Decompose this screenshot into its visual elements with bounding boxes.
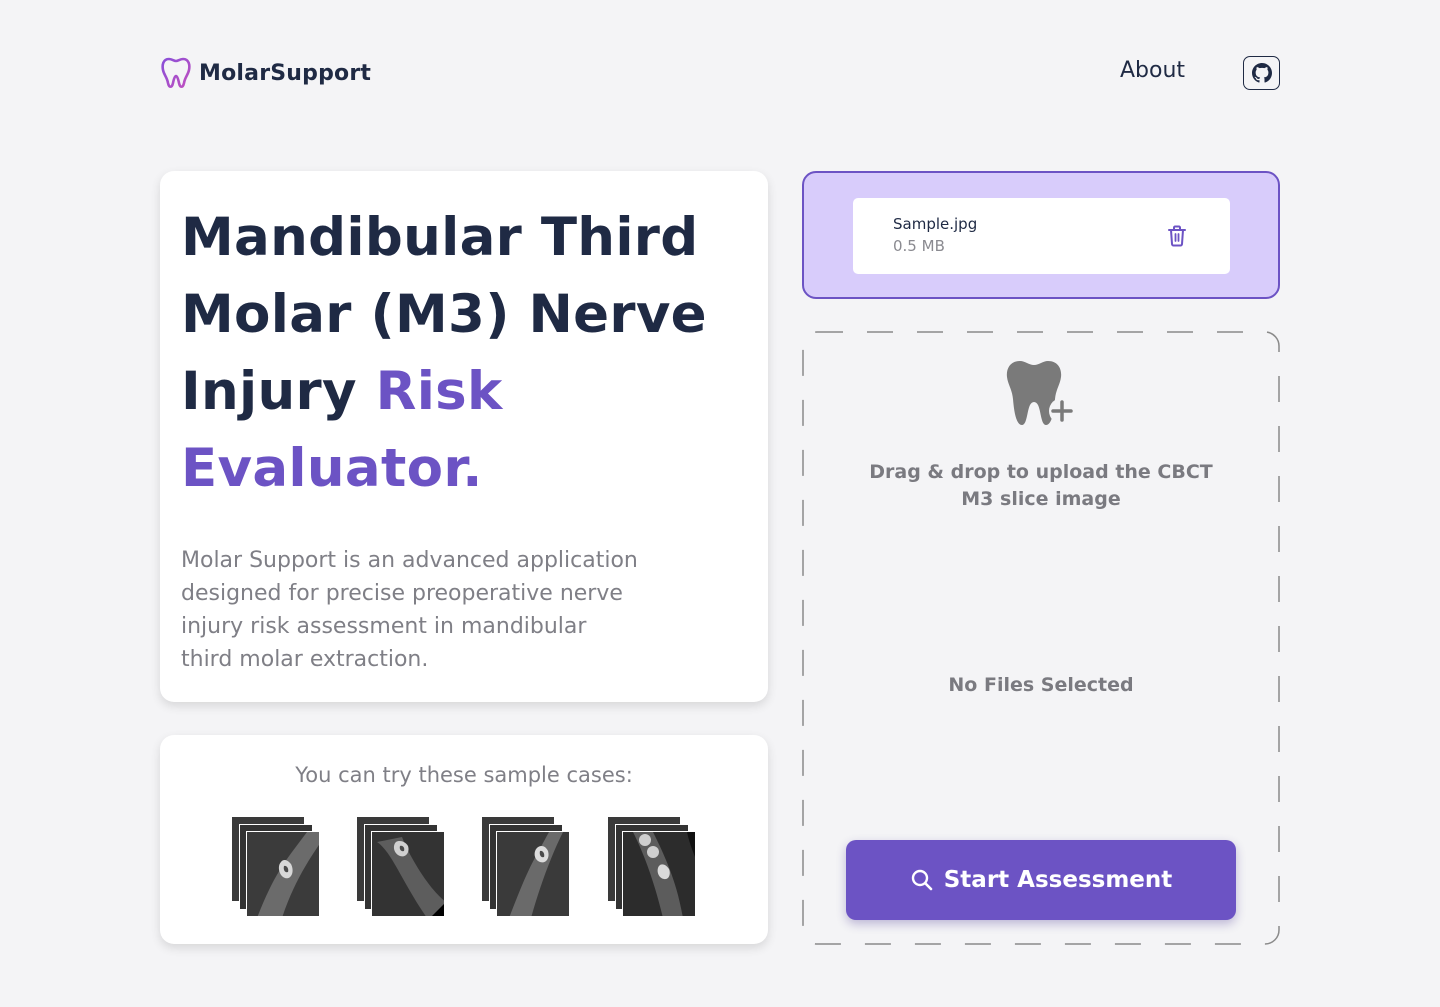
github-icon (1251, 63, 1272, 83)
slice-sheet (496, 831, 570, 917)
sample-case-4[interactable] (607, 816, 697, 918)
selected-file-panel: Sample.jpg 0.5 MB (802, 171, 1280, 299)
samples-card: You can try these sample cases: (160, 735, 768, 944)
samples-title: You can try these sample cases: (295, 763, 633, 787)
file-name: Sample.jpg (893, 215, 978, 233)
sample-case-1[interactable] (231, 816, 321, 918)
hero-card: Mandibular Third Molar (M3) Nerve Injury… (160, 171, 768, 702)
start-assessment-button[interactable]: Start Assessment (846, 840, 1236, 920)
file-size: 0.5 MB (893, 237, 945, 255)
hero-description: Molar Support is an advanced application… (181, 548, 638, 672)
slice-sheet (622, 831, 696, 917)
brand[interactable]: MolarSupport (161, 57, 371, 89)
github-button[interactable] (1243, 56, 1280, 90)
file-item: Sample.jpg 0.5 MB (853, 198, 1230, 274)
tooth-logo-icon (161, 57, 191, 88)
drop-instructions: Drag & drop to upload the CBCT M3 slice … (869, 461, 1213, 510)
no-files-text: No Files Selected (948, 674, 1134, 696)
slice-sheet (246, 831, 320, 917)
nav-about-link[interactable]: About (1120, 58, 1185, 83)
cbct-slice-icon (497, 832, 569, 916)
tooth-plus-icon (1006, 361, 1075, 425)
brand-name: MolarSupport (199, 60, 372, 86)
page-title: Mandibular Third Molar (M3) Nerve Injury… (181, 199, 761, 507)
sample-case-2[interactable] (356, 816, 446, 918)
sample-case-3[interactable] (481, 816, 571, 918)
cbct-slice-icon (372, 832, 444, 916)
trash-icon[interactable] (1166, 224, 1188, 248)
cbct-slice-icon (247, 832, 319, 916)
start-assessment-label: Start Assessment (943, 867, 1173, 893)
search-icon (911, 869, 933, 891)
slice-sheet (371, 831, 445, 917)
cbct-slice-icon (623, 832, 695, 916)
upload-dropzone[interactable]: Drag & drop to upload the CBCT M3 slice … (802, 331, 1280, 945)
